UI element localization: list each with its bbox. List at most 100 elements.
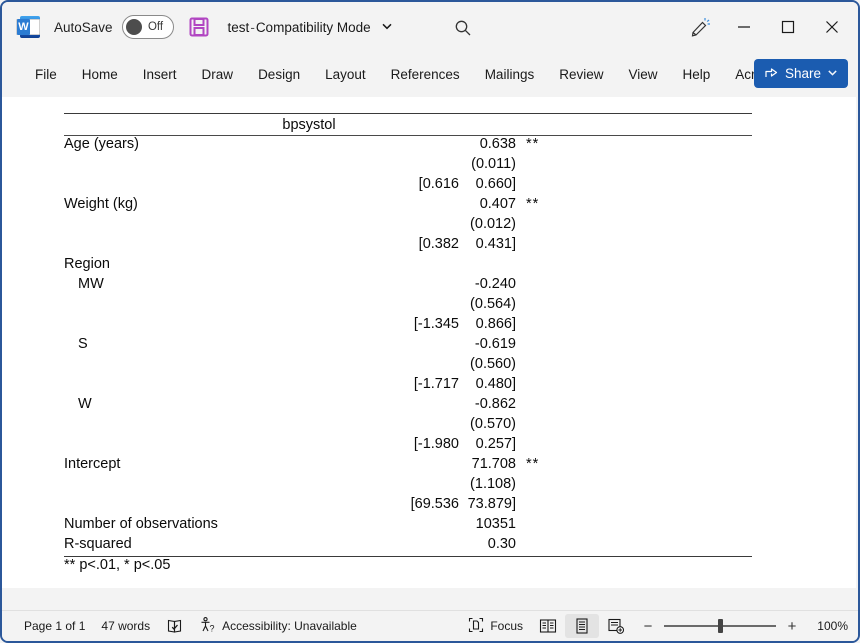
share-button[interactable]: Share (753, 59, 848, 88)
stat-label: Number of observations (64, 516, 218, 532)
document-title[interactable]: test-Compatibility Mode (228, 20, 394, 35)
table-row: [-1.980 0.257] (64, 436, 752, 456)
pen-draw-icon[interactable] (678, 10, 722, 44)
table-row: Intercept 71.708 ** (64, 456, 752, 476)
table-row: MW -0.240 (64, 276, 752, 296)
focus-mode-button[interactable]: Focus (460, 614, 531, 639)
row-ci-high: 0.866] (475, 316, 516, 332)
document-scroll-area[interactable]: bpsystol Age (years) 0.638 ** (0.011) [0… (2, 97, 858, 610)
word-count[interactable]: 47 words (93, 616, 158, 636)
table-row: Age (years) 0.638 ** (64, 136, 752, 156)
row-coef: 0.407 (479, 196, 516, 212)
proofing-check-icon[interactable] (158, 615, 191, 638)
table-header-row: bpsystol (64, 114, 752, 135)
zoom-slider-thumb[interactable] (717, 619, 723, 633)
web-layout-icon[interactable] (599, 614, 633, 638)
tab-review[interactable]: Review (548, 61, 614, 88)
tab-layout[interactable]: Layout (314, 61, 377, 88)
table-row: Weight (kg) 0.407 ** (64, 196, 752, 216)
zoom-in-button[interactable]: + (785, 618, 799, 635)
dependent-variable-header: bpsystol (282, 116, 336, 133)
title-bar: W AutoSave Off test-Compatibility Mode (2, 2, 858, 52)
tab-view[interactable]: View (617, 61, 668, 88)
doc-mode: Compatibility Mode (255, 19, 371, 35)
page-indicator[interactable]: Page 1 of 1 (16, 616, 93, 636)
close-button[interactable] (810, 10, 854, 44)
focus-icon (468, 617, 484, 636)
row-stars: ** (526, 456, 540, 472)
tab-file[interactable]: File (24, 61, 68, 88)
row-coef: 0.638 (479, 136, 516, 152)
regression-table: bpsystol Age (years) 0.638 ** (0.011) [0… (64, 113, 752, 577)
table-row: [69.536 73.879] (64, 496, 752, 516)
status-bar: Page 1 of 1 47 words ? Accessibility: Un… (2, 610, 858, 641)
word-window: W AutoSave Off test-Compatibility Mode F… (0, 0, 860, 643)
print-layout-icon[interactable] (565, 614, 599, 638)
row-label: W (78, 396, 92, 412)
row-coef: 71.708 (471, 456, 516, 472)
row-ci-high: 0.431] (475, 236, 516, 252)
tab-mailings[interactable]: Mailings (474, 61, 546, 88)
table-stat-row: Number of observations 10351 (64, 516, 752, 536)
tab-references[interactable]: References (380, 61, 471, 88)
accessibility-status[interactable]: ? Accessibility: Unavailable (191, 613, 365, 639)
row-se: (1.108) (470, 476, 516, 492)
tab-design[interactable]: Design (247, 61, 311, 88)
tab-home[interactable]: Home (71, 61, 129, 88)
minimize-button[interactable] (722, 10, 766, 44)
row-stars: ** (526, 136, 540, 152)
table-footnote: ** p<.01, * p<.05 (64, 557, 171, 573)
tab-draw[interactable]: Draw (191, 61, 245, 88)
row-label: Intercept (64, 456, 121, 472)
zoom-out-button[interactable]: − (641, 618, 655, 635)
document-page[interactable]: bpsystol Age (years) 0.638 ** (0.011) [0… (2, 97, 856, 588)
row-label: S (78, 336, 88, 352)
table-stat-row: R-squared 0.30 (64, 536, 752, 556)
accessibility-label: Accessibility: Unavailable (222, 619, 357, 633)
stat-label: R-squared (64, 536, 132, 552)
row-label: MW (78, 276, 104, 292)
chevron-down-icon[interactable] (827, 67, 838, 80)
save-icon[interactable] (188, 16, 210, 38)
table-footnote-row: ** p<.01, * p<.05 (64, 557, 752, 577)
row-coef: -0.240 (474, 276, 516, 292)
table-row: [0.616 0.660] (64, 176, 752, 196)
doc-name: test (227, 19, 250, 35)
chevron-down-icon[interactable] (381, 20, 393, 35)
zoom-slider[interactable] (664, 619, 776, 633)
accessibility-icon: ? (199, 616, 216, 636)
table-row: [-1.717 0.480] (64, 376, 752, 396)
row-label: Weight (kg) (64, 196, 138, 212)
row-coef: -0.619 (474, 336, 516, 352)
zoom-control: − + 100% (641, 618, 848, 635)
word-app-icon: W (16, 15, 40, 39)
tab-help[interactable]: Help (672, 61, 722, 88)
tab-insert[interactable]: Insert (132, 61, 188, 88)
table-row: (1.108) (64, 476, 752, 496)
autosave-label: AutoSave (54, 19, 113, 35)
focus-label: Focus (490, 619, 523, 633)
read-mode-icon[interactable] (531, 614, 565, 638)
zoom-level-label[interactable]: 100% (808, 619, 848, 633)
row-se: (0.564) (470, 296, 516, 312)
autosave-toggle[interactable]: Off (121, 15, 174, 39)
table-row: [-1.345 0.866] (64, 316, 752, 336)
share-label: Share (784, 66, 821, 81)
share-icon (764, 65, 779, 83)
group-label: Region (64, 256, 110, 272)
table-row: S -0.619 (64, 336, 752, 356)
word-count-label: 47 words (101, 619, 151, 633)
search-icon[interactable] (450, 15, 476, 41)
table-row: (0.570) (64, 416, 752, 436)
autosave-state-label: Off (147, 21, 164, 33)
page-indicator-label: Page 1 of 1 (24, 619, 86, 633)
row-ci-high: 73.879] (467, 496, 516, 512)
maximize-button[interactable] (766, 10, 810, 44)
table-row: W -0.862 (64, 396, 752, 416)
table-row: (0.011) (64, 156, 752, 176)
stat-value: 0.30 (487, 536, 516, 552)
table-row: (0.012) (64, 216, 752, 236)
autosave-knob (125, 19, 142, 35)
row-label: Age (years) (64, 136, 139, 152)
row-se: (0.011) (471, 156, 516, 172)
